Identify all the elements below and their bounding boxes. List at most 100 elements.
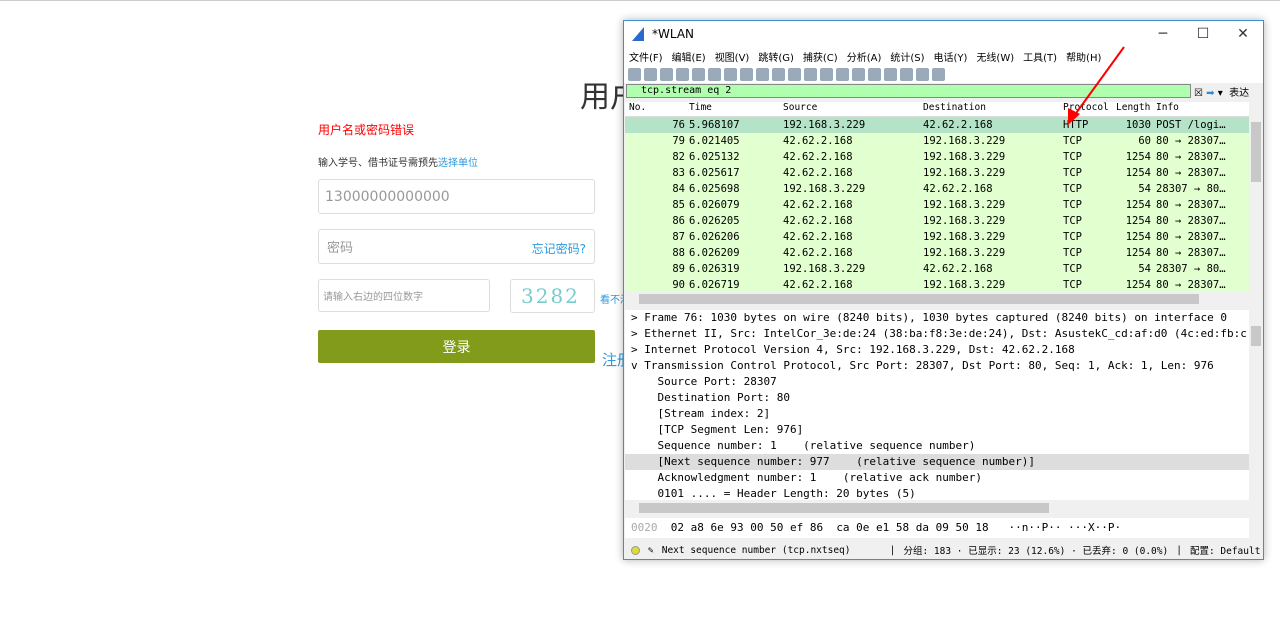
toolbar-button-icon[interactable] <box>772 67 785 81</box>
filter-dropdown-icon[interactable]: ▾ <box>1218 88 1223 99</box>
packet-cell: 192.168.3.229 <box>783 263 866 275</box>
packet-cell: 80 → 28307… <box>1156 215 1226 227</box>
details-scrollbar[interactable] <box>1249 310 1263 500</box>
minimize-button[interactable]: ─ <box>1143 26 1183 42</box>
detail-line[interactable]: > Frame 76: 1030 bytes on wire (8240 bit… <box>625 310 1249 326</box>
packet-cell: 192.168.3.229 <box>923 135 1006 147</box>
detail-line[interactable]: [Next sequence number: 977 (relative seq… <box>625 454 1249 470</box>
login-hint: 输入学号、借书证号需预先选择单位 <box>318 154 478 169</box>
toolbar-button-icon[interactable] <box>804 67 817 81</box>
detail-line[interactable]: > Internet Protocol Version 4, Src: 192.… <box>625 342 1249 358</box>
toolbar-button-icon[interactable] <box>644 67 657 81</box>
menu-item[interactable]: 无线(W) <box>976 49 1014 64</box>
packet-row[interactable]: 79 6.021405 42.62.2.168 192.168.3.229 TCP 60 8… <box>625 133 1249 149</box>
packet-row[interactable]: 76 5.968107 192.168.3.229 42.62.2.168 HTTP 10… <box>625 117 1249 133</box>
username-input[interactable]: 13000000000000 <box>318 179 595 214</box>
packet-row[interactable]: 84 6.025698 192.168.3.229 42.62.2.168 TCP 54 2… <box>625 181 1249 197</box>
packet-row[interactable]: 83 6.025617 42.62.2.168 192.168.3.229 TCP 125… <box>625 165 1249 181</box>
close-button[interactable]: ✕ <box>1223 26 1263 42</box>
column-header[interactable]: Destination <box>923 102 986 113</box>
menu-item[interactable]: 工具(T) <box>1023 49 1057 64</box>
packet-row[interactable]: 85 6.026079 42.62.2.168 192.168.3.229 TCP 125… <box>625 197 1249 213</box>
hex-bytes: 02 a8 6e 93 00 50 ef 86 ca 0e e1 58 da 0… <box>670 521 989 534</box>
status-profile[interactable]: 配置: Default <box>1190 543 1260 557</box>
menu-item[interactable]: 文件(F) <box>629 49 663 64</box>
detail-line[interactable]: Acknowledgment number: 1 (relative ack n… <box>625 470 1249 486</box>
menu-item[interactable]: 捕获(C) <box>803 49 838 64</box>
password-input[interactable]: 密码 忘记密码? <box>318 229 595 264</box>
column-header[interactable]: Length <box>1116 102 1150 113</box>
toolbar-button-icon[interactable] <box>916 67 929 81</box>
packet-details: > Frame 76: 1030 bytes on wire (8240 bit… <box>625 310 1249 500</box>
packet-row[interactable]: 88 6.026209 42.62.2.168 192.168.3.229 TCP 125… <box>625 245 1249 261</box>
packet-list-scrollbar[interactable] <box>1249 102 1263 292</box>
packet-cell: TCP <box>1063 247 1082 259</box>
toolbar-button-icon[interactable] <box>676 67 689 81</box>
packet-cell: 89 <box>672 263 685 275</box>
packet-cell: 42.62.2.168 <box>783 215 853 227</box>
hex-offset: 0020 <box>631 521 658 534</box>
toolbar-button-icon[interactable] <box>788 67 801 81</box>
packet-cell: TCP <box>1063 167 1082 179</box>
maximize-button[interactable]: ☐ <box>1183 26 1223 42</box>
column-header[interactable]: Info <box>1156 102 1249 113</box>
packet-cell: 42.62.2.168 <box>923 119 993 131</box>
edit-comment-icon[interactable]: ✎ <box>648 545 654 556</box>
display-filter-input[interactable]: tcp.stream eq 2 <box>626 84 1191 98</box>
menu-item[interactable]: 帮助(H) <box>1066 49 1101 64</box>
status-indicator-icon[interactable] <box>631 545 640 555</box>
detail-line[interactable]: Sequence number: 1 (relative sequence nu… <box>625 438 1249 454</box>
column-header[interactable]: Source <box>783 102 817 113</box>
detail-line[interactable]: v Transmission Control Protocol, Src Por… <box>625 358 1249 374</box>
column-header[interactable]: No. <box>629 102 646 113</box>
column-header[interactable]: Protocol <box>1063 102 1109 113</box>
toolbar-button-icon[interactable] <box>836 67 849 81</box>
toolbar-button-icon[interactable] <box>708 67 721 81</box>
menu-item[interactable]: 视图(V) <box>715 49 750 64</box>
detail-line[interactable]: > Ethernet II, Src: IntelCor_3e:de:24 (3… <box>625 326 1249 342</box>
captcha-image[interactable]: 3282 <box>510 279 595 313</box>
toolbar-button-icon[interactable] <box>724 67 737 81</box>
filter-apply-icon[interactable]: ➡ <box>1206 88 1214 99</box>
packet-cell: 90 <box>672 279 685 291</box>
login-page: 用户 用户名或密码错误 输入学号、借书证号需预先选择单位 13000000000… <box>0 0 640 628</box>
toolbar-button-icon[interactable] <box>900 67 913 81</box>
login-button[interactable]: 登录 <box>318 330 595 363</box>
detail-line[interactable]: [Stream index: 2] <box>625 406 1249 422</box>
menu-item[interactable]: 编辑(E) <box>672 49 706 64</box>
toolbar-button-icon[interactable] <box>932 67 945 81</box>
menu-item[interactable]: 分析(A) <box>847 49 882 64</box>
toolbar-button-icon[interactable] <box>820 67 833 81</box>
packet-row[interactable]: 90 6.026719 42.62.2.168 192.168.3.229 TCP 125… <box>625 277 1249 292</box>
toolbar-button-icon[interactable] <box>692 67 705 81</box>
packet-row[interactable]: 86 6.026205 42.62.2.168 192.168.3.229 TCP 125… <box>625 213 1249 229</box>
menu-item[interactable]: 统计(S) <box>890 49 924 64</box>
toolbar-button-icon[interactable] <box>756 67 769 81</box>
packet-row[interactable]: 82 6.025132 42.62.2.168 192.168.3.229 TCP 125… <box>625 149 1249 165</box>
select-unit-link[interactable]: 选择单位 <box>438 158 478 169</box>
packet-list-hscrollbar[interactable] <box>625 292 1249 306</box>
toolbar-button-icon[interactable] <box>852 67 865 81</box>
filter-clear-icon[interactable]: ☒ <box>1194 88 1203 99</box>
toolbar-button-icon[interactable] <box>740 67 753 81</box>
detail-line[interactable]: Destination Port: 80 <box>625 390 1249 406</box>
packet-cell: 80 → 28307… <box>1156 135 1226 147</box>
detail-line[interactable]: [TCP Segment Len: 976] <box>625 422 1249 438</box>
captcha-input[interactable]: 请输入右边的四位数字 <box>318 279 490 312</box>
column-header[interactable]: Time <box>689 102 712 113</box>
packet-cell: 80 → 28307… <box>1156 167 1226 179</box>
packet-cell: 192.168.3.229 <box>923 167 1006 179</box>
menu-item[interactable]: 跳转(G) <box>758 49 794 64</box>
packet-row[interactable]: 87 6.026206 42.62.2.168 192.168.3.229 TCP 125… <box>625 229 1249 245</box>
details-hscrollbar[interactable] <box>625 500 1249 516</box>
toolbar-button-icon[interactable] <box>868 67 881 81</box>
toolbar-button-icon[interactable] <box>628 67 641 81</box>
packet-row[interactable]: 89 6.026319 192.168.3.229 42.62.2.168 TCP 54 2… <box>625 261 1249 277</box>
detail-line[interactable]: 0101 .... = Header Length: 20 bytes (5) <box>625 486 1249 500</box>
packet-cell: TCP <box>1063 183 1082 195</box>
menu-item[interactable]: 电话(Y) <box>934 49 968 64</box>
detail-line[interactable]: Source Port: 28307 <box>625 374 1249 390</box>
forgot-password-link[interactable]: 忘记密码? <box>532 240 586 257</box>
toolbar-button-icon[interactable] <box>884 67 897 81</box>
toolbar-button-icon[interactable] <box>660 67 673 81</box>
